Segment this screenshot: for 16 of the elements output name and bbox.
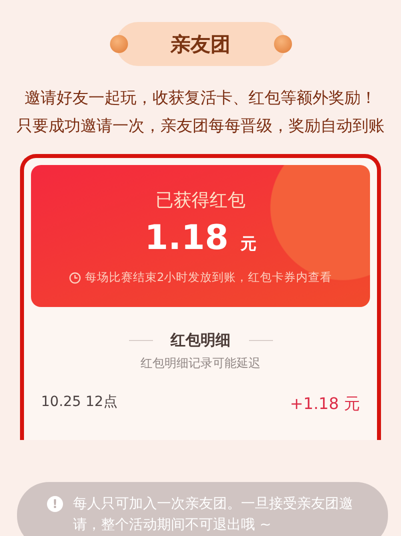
record-time: 10.25 12点 <box>41 392 118 412</box>
clock-icon <box>68 272 81 284</box>
page-title: 亲友团 <box>170 31 230 58</box>
ornament-icon <box>274 35 292 53</box>
toast-text: 每人只可加入一次亲友团。一旦接受亲友团邀请，整个活动期间不可退出哦 ~ <box>73 495 354 535</box>
record-amount: +1.18 元 <box>290 392 360 414</box>
details-title: 红包明细 <box>170 330 230 351</box>
ornament-icon <box>110 35 128 53</box>
reward-note: 每场比赛结束2小时发放到账，红包卡券内查看 <box>84 269 332 286</box>
intro-text: 只要成功邀请一次，亲友团每每晋级，奖励自动到账 <box>16 115 386 137</box>
currency-unit: 元 <box>240 234 256 253</box>
reward-title: 已获得红包 <box>154 189 246 213</box>
reward-amount: 1.18 <box>144 218 229 258</box>
details-subtitle: 红包明细记录可能延迟 <box>140 354 262 372</box>
intro-text: 邀请好友一起玩，收获复活卡、红包等额外奖励！ <box>24 87 378 109</box>
alert-icon: ! <box>47 496 63 512</box>
